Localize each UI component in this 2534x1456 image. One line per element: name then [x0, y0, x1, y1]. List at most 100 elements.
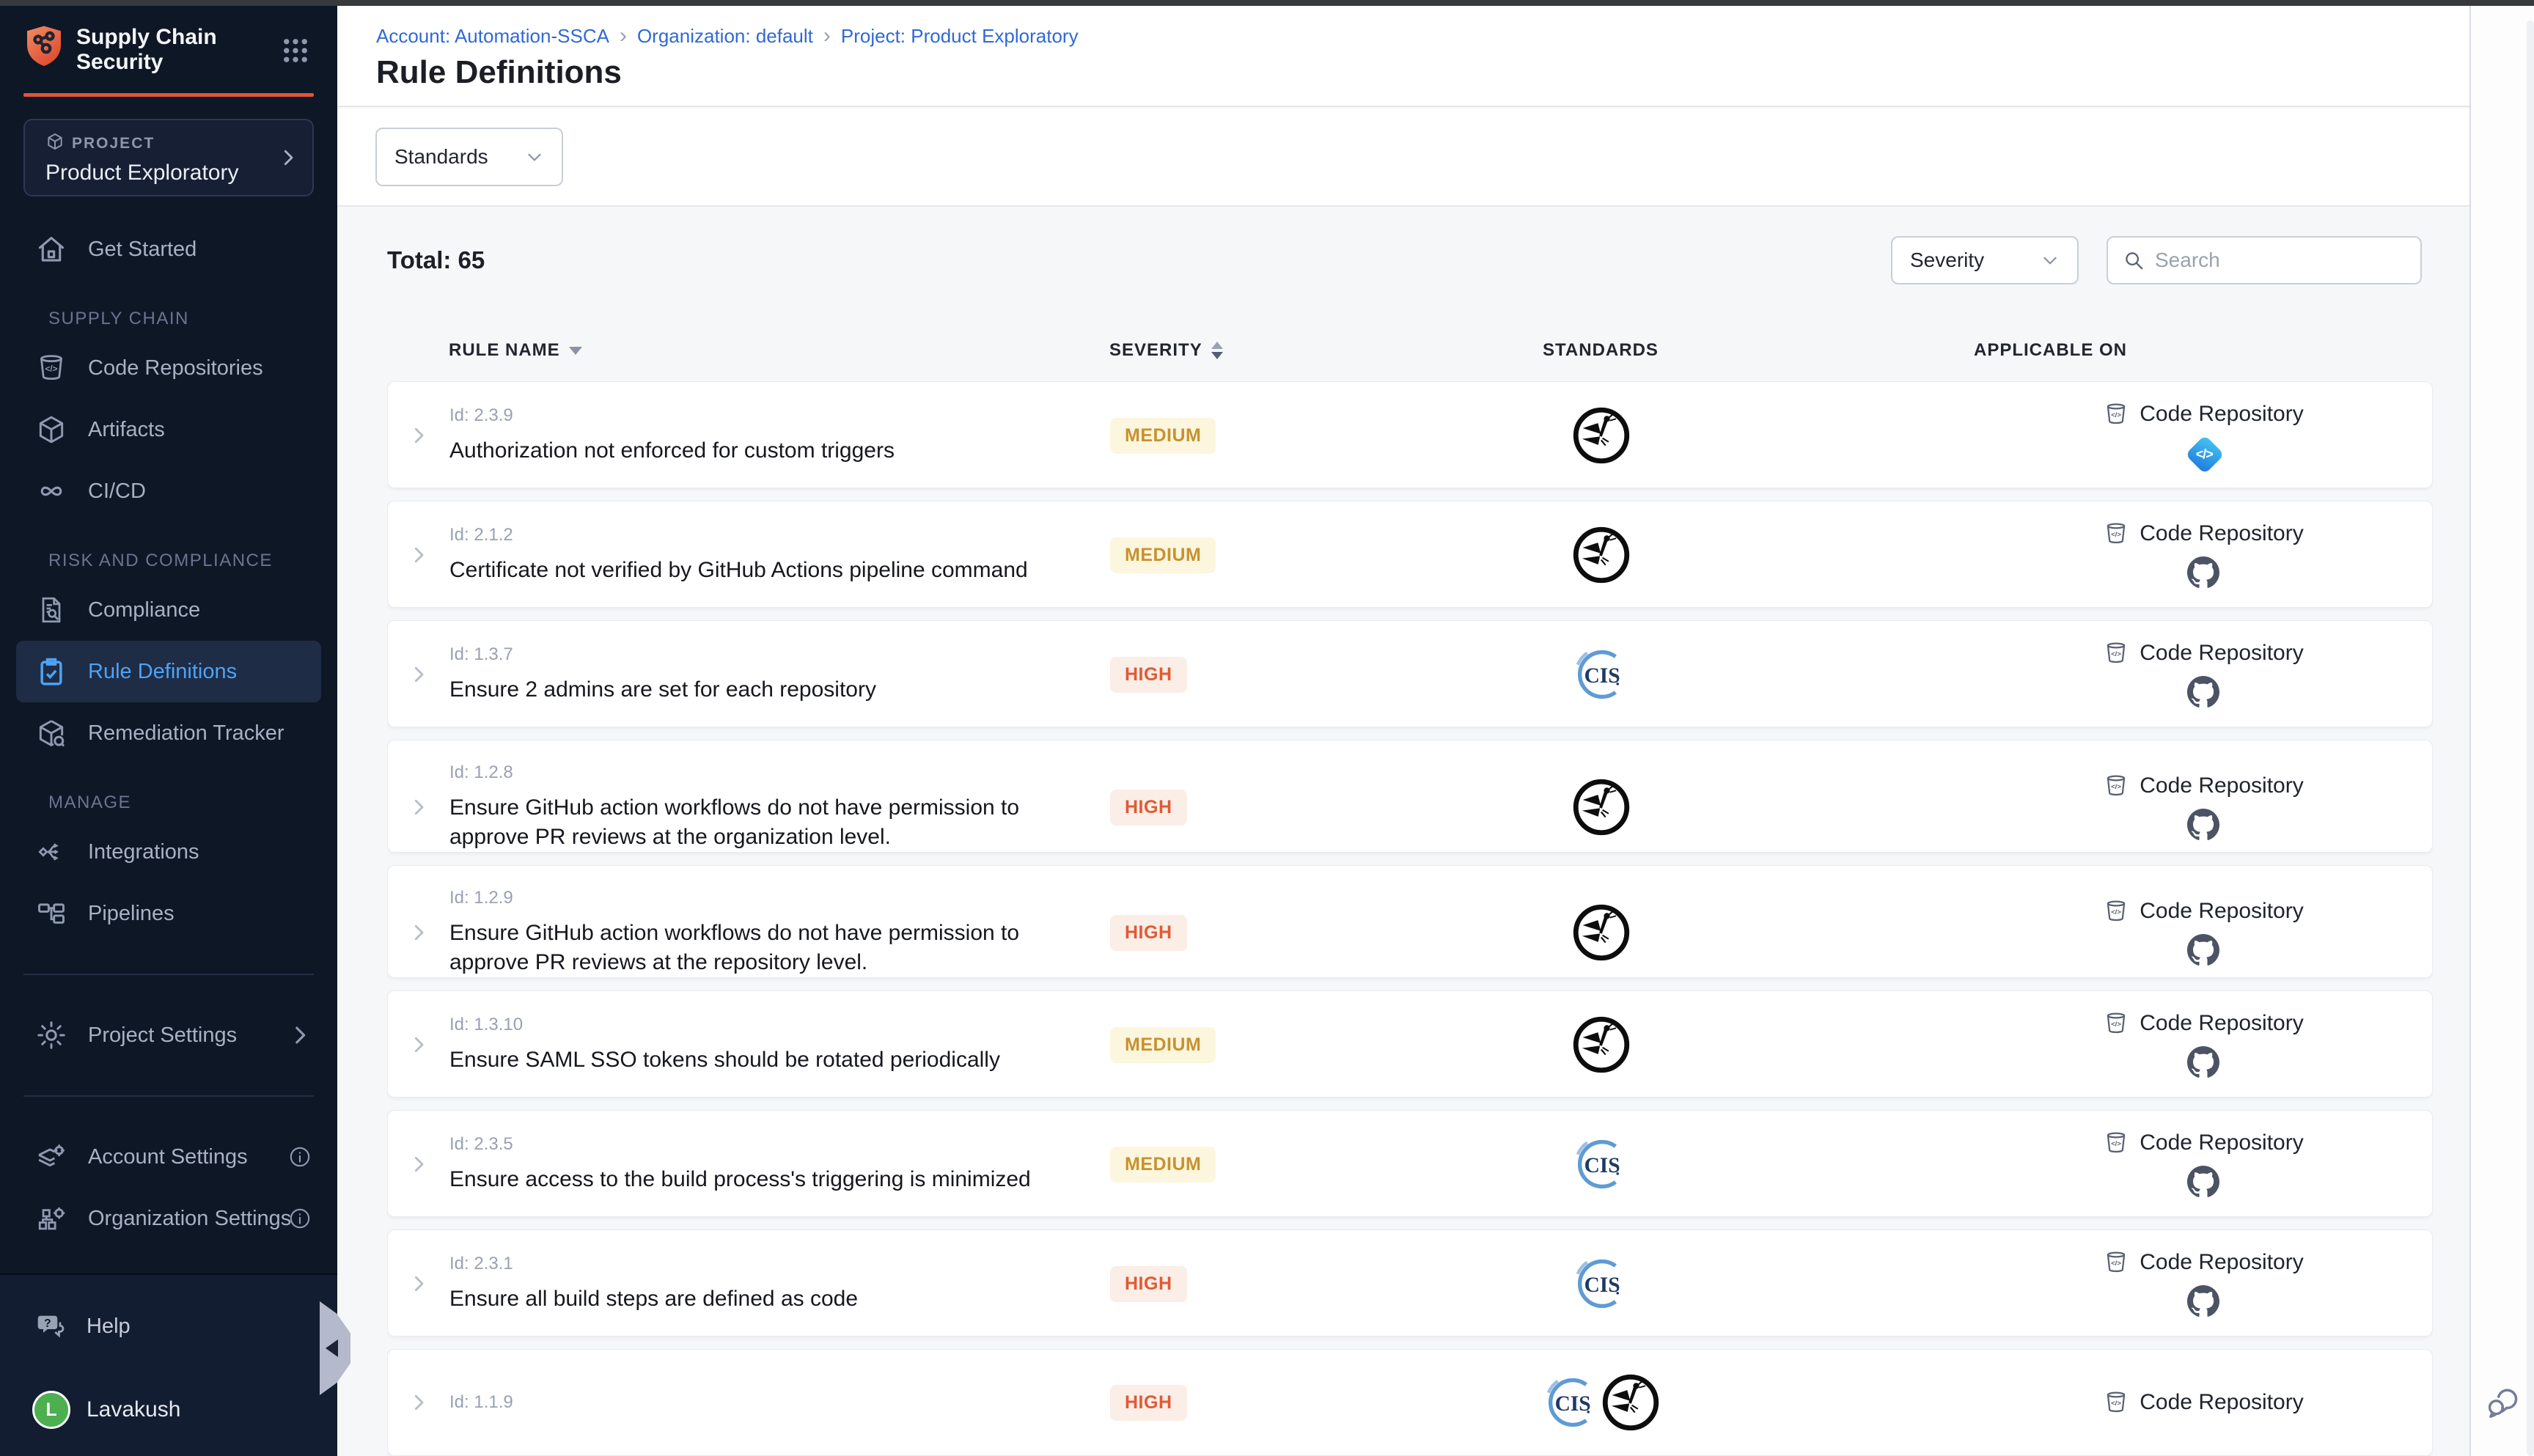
table-row[interactable]: Id: 1.2.9Ensure GitHub action workflows … — [387, 865, 2433, 978]
github-icon — [2187, 1166, 2219, 1198]
table-row[interactable]: Id: 2.3.1Ensure all build steps are defi… — [387, 1229, 2433, 1336]
table-row[interactable]: Id: 2.1.2Certificate not verified by Git… — [387, 501, 2433, 608]
sidebar-item-organization-settings[interactable]: Organization Settings — [0, 1188, 337, 1249]
table-row[interactable]: Id: 2.3.5Ensure access to the build proc… — [387, 1110, 2433, 1217]
code-repository-icon: </> — [2103, 1389, 2129, 1416]
cube-icon — [35, 413, 67, 446]
row-expander[interactable] — [388, 991, 449, 1098]
column-header-rule-name[interactable]: RULE NAME — [449, 331, 1109, 369]
breadcrumb-link[interactable]: Organization: default — [637, 25, 813, 48]
standards-dropdown[interactable]: Standards — [375, 128, 563, 186]
project-selector[interactable]: PROJECT Product Exploratory — [23, 119, 314, 196]
search-input[interactable] — [2155, 249, 2406, 272]
row-expander[interactable] — [388, 382, 449, 489]
sidebar-item-code-repositories[interactable]: </>Code Repositories — [0, 337, 337, 399]
row-expander[interactable] — [388, 740, 449, 874]
severity-badge: MEDIUM — [1110, 418, 1216, 454]
sidebar-item-remediation-tracker[interactable]: Remediation Tracker — [0, 702, 337, 764]
applicable-on-cell: </>Code Repository — [1975, 1350, 2432, 1455]
sidebar-item-get-started[interactable]: Get Started — [0, 218, 337, 280]
sidebar-item-pipelines[interactable]: Pipelines — [0, 883, 337, 944]
breadcrumb: Account: Automation-SSCA › Organization: d… — [376, 23, 1079, 48]
search-icon — [2123, 249, 2145, 271]
sidebar-item-integrations[interactable]: Integrations — [0, 821, 337, 883]
home-icon — [35, 233, 67, 265]
rule-name: Ensure access to the build process's tri… — [449, 1165, 1031, 1194]
sidebar-item-label: Project Settings — [88, 1023, 237, 1048]
row-expander[interactable] — [388, 1111, 449, 1218]
project-label: PROJECT — [72, 135, 155, 152]
cell-spacer — [1825, 1111, 1975, 1218]
standards-cell — [1378, 382, 1825, 489]
github-icon — [2187, 809, 2219, 841]
standards-cell: CIS — [1378, 1111, 1825, 1218]
chat-bubbles-icon[interactable] — [2484, 1384, 2522, 1422]
sidebar-item-label: Rule Definitions — [88, 660, 237, 684]
table-row[interactable]: Id: 1.2.8Ensure GitHub action workflows … — [387, 740, 2433, 853]
app-switcher-grid-icon[interactable] — [280, 35, 311, 66]
scrollbar[interactable] — [2527, 21, 2534, 1456]
sidebar-footer: ? Help L Lavakush — [0, 1273, 337, 1456]
sidebar-item-artifacts[interactable]: Artifacts — [0, 399, 337, 460]
row-expander[interactable] — [388, 1230, 449, 1337]
rule-name: Ensure GitHub action workflows do not ha… — [449, 793, 1095, 852]
column-header-severity[interactable]: SEVERITY — [1109, 331, 1377, 369]
nav-divider — [23, 974, 314, 975]
table-row[interactable]: Id: 1.3.10Ensure SAML SSO tokens should … — [387, 990, 2433, 1097]
header-spacer — [1824, 331, 1974, 369]
severity-badge: HIGH — [1110, 915, 1187, 951]
breadcrumb-separator: › — [620, 23, 627, 48]
owasp-icon — [1570, 901, 1633, 964]
sidebar-item-help[interactable]: ? Help — [35, 1310, 131, 1342]
sidebar-item-account-settings[interactable]: Account Settings — [0, 1126, 337, 1188]
sidebar-item-label: Get Started — [88, 238, 197, 262]
header-spacer — [387, 331, 449, 369]
row-expander[interactable] — [388, 866, 449, 999]
svg-text:?: ? — [44, 1317, 51, 1330]
breadcrumb-link[interactable]: Project: Product Exploratory — [841, 25, 1079, 48]
sidebar: Supply Chain Security PROJECT Product Ex… — [0, 6, 337, 1456]
sidebar-item-rule-definitions[interactable]: Rule Definitions — [16, 641, 321, 702]
sidebar-item-label: Code Repositories — [88, 356, 263, 380]
svg-text:CIS: CIS — [1555, 1392, 1591, 1416]
svg-text:</>: </> — [2111, 1140, 2121, 1148]
standards-cell: CIS — [1378, 1350, 1825, 1455]
owasp-icon — [1570, 1013, 1633, 1076]
severity-badge: HIGH — [1110, 1385, 1187, 1421]
column-header-applicable-on: APPLICABLE ON — [1974, 331, 2433, 369]
applicable-on-cell: </>Code Repository — [1975, 501, 2432, 608]
breadcrumb-link[interactable]: Account: Automation-SSCA — [376, 25, 609, 48]
table-row[interactable]: Id: 1.3.7Ensure 2 admins are set for eac… — [387, 620, 2433, 727]
sidebar-item-compliance[interactable]: Compliance — [0, 579, 337, 641]
window-top-bar — [0, 0, 2534, 6]
sort-icon — [1211, 342, 1223, 359]
row-expander[interactable] — [388, 621, 449, 728]
severity-dropdown[interactable]: Severity — [1891, 236, 2079, 284]
info-icon[interactable] — [287, 1206, 312, 1231]
sidebar-item-ci-cd[interactable]: CI/CD — [0, 460, 337, 522]
page-header: Account: Automation-SSCA › Organization: d… — [337, 6, 2469, 107]
row-expander[interactable] — [388, 1350, 449, 1455]
rule-name-cell: Id: 1.3.7Ensure 2 admins are set for eac… — [449, 621, 1110, 728]
applicable-on-label: Code Repository — [2140, 899, 2303, 924]
info-icon[interactable] — [287, 1144, 312, 1169]
right-gutter — [2469, 6, 2534, 1456]
cis-icon: CIS — [1570, 643, 1633, 706]
rule-name-cell: Id: 1.3.10Ensure SAML SSO tokens should … — [449, 991, 1110, 1098]
box-wrench-icon — [35, 717, 67, 749]
github-icon — [2187, 934, 2219, 966]
standards-cell — [1378, 866, 1825, 999]
standards-cell — [1378, 991, 1825, 1098]
standards-cell: CIS — [1378, 621, 1825, 728]
layers-gear-icon — [35, 1141, 67, 1173]
row-expander[interactable] — [388, 501, 449, 608]
sidebar-item-project-settings[interactable]: Project Settings — [0, 1004, 337, 1066]
svg-text:</>: </> — [2111, 1021, 2121, 1029]
user-menu[interactable]: L Lavakush — [32, 1391, 180, 1429]
table-row[interactable]: Id: 2.3.9Authorization not enforced for … — [387, 381, 2433, 488]
main-content: Account: Automation-SSCA › Organization: d… — [337, 6, 2469, 1456]
table-row[interactable]: Id: 1.1.9HIGHCIS</>Code Repository — [387, 1349, 2433, 1456]
rule-name: Certificate not verified by GitHub Actio… — [449, 556, 1028, 585]
standards-cell — [1378, 740, 1825, 874]
cis-icon: CIS — [1570, 1133, 1633, 1196]
